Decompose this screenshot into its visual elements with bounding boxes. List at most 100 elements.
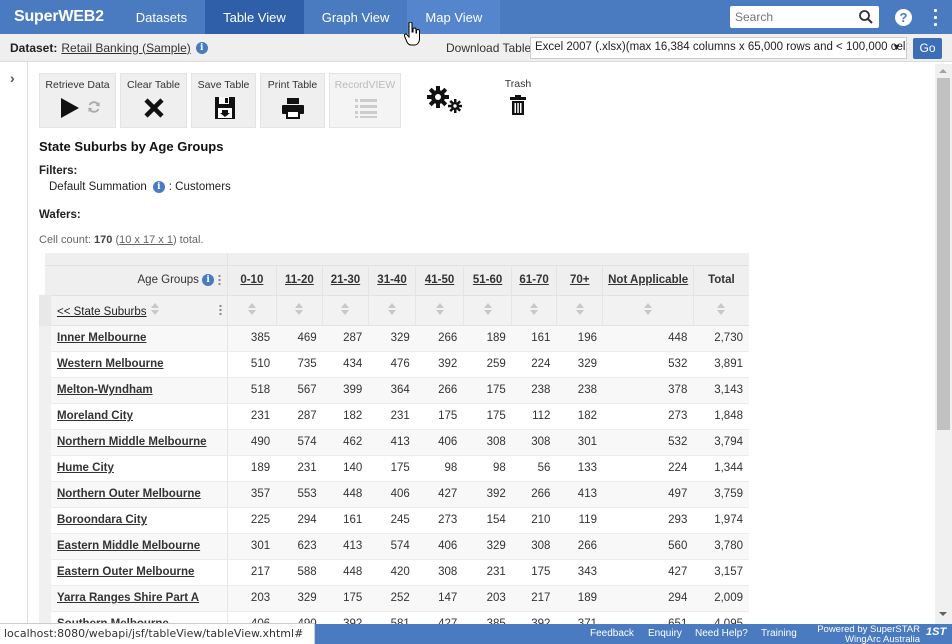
table-cell: 301 xyxy=(556,429,603,456)
table-cell: 308 xyxy=(511,429,557,456)
clear-table-button[interactable]: Clear Table xyxy=(120,73,187,128)
vertical-scrollbar[interactable] xyxy=(935,64,952,624)
sort-icon[interactable] xyxy=(716,302,726,315)
cell-count-dimensions-link[interactable]: 10 x 17 x 1 xyxy=(119,234,173,246)
footer-link-training[interactable]: Training xyxy=(761,628,797,639)
close-x-icon xyxy=(144,98,164,118)
column-header[interactable]: 41-50 xyxy=(415,264,464,295)
column-dimension-label: Age Groups xyxy=(137,274,199,287)
footer-link-need-help[interactable]: Need Help? xyxy=(695,628,748,639)
column-header[interactable]: Total xyxy=(692,264,749,295)
footer-link-feedback[interactable]: Feedback xyxy=(590,628,634,639)
sort-icon[interactable] xyxy=(247,302,257,315)
nav-tab-table-view[interactable]: Table View xyxy=(205,0,304,34)
column-header[interactable]: 61-70 xyxy=(511,264,557,295)
download-format-select[interactable]: Excel 2007 (.xlsx)(max 16,384 columns x … xyxy=(530,37,907,59)
dataset-name-link[interactable]: Retail Banking (Sample) xyxy=(61,41,190,55)
save-table-button[interactable]: Save Table xyxy=(191,73,256,128)
table-cell: 413 xyxy=(368,429,416,456)
column-header[interactable]: 0-10 xyxy=(227,264,277,295)
column-sort-cell[interactable] xyxy=(692,294,749,326)
sort-icon[interactable] xyxy=(294,302,304,315)
column-header[interactable]: 21-30 xyxy=(322,264,369,295)
table-cell: 567 xyxy=(276,377,323,404)
column-header[interactable]: 51-60 xyxy=(462,264,512,295)
print-table-button[interactable]: Print Table xyxy=(260,73,325,128)
sort-icon[interactable] xyxy=(435,302,445,315)
column-sort-cell[interactable] xyxy=(511,294,557,326)
search-icon[interactable] xyxy=(858,9,874,25)
column-sort-cell[interactable] xyxy=(462,294,512,326)
scroll-down-arrow-icon[interactable] xyxy=(939,612,947,616)
table-cell: 231 xyxy=(276,455,323,482)
sort-icon[interactable] xyxy=(483,302,493,315)
table-cell: 175 xyxy=(463,377,512,404)
table-cell: 217 xyxy=(227,559,277,586)
nav-tab-datasets[interactable]: Datasets xyxy=(118,0,205,34)
nav-tab-graph-view[interactable]: Graph View xyxy=(304,0,408,34)
column-header[interactable]: 11-20 xyxy=(275,264,323,295)
table-cell: 448 xyxy=(322,481,369,508)
sort-icon[interactable] xyxy=(387,302,397,315)
search-input[interactable] xyxy=(730,10,850,24)
column-dimension-header[interactable]: Age Groups i xyxy=(45,264,228,295)
row-header-link[interactable]: Northern Outer Melbourne xyxy=(39,481,229,508)
sort-icon[interactable] xyxy=(643,302,653,315)
column-sort-cell[interactable] xyxy=(602,294,694,326)
footer-link-enquiry[interactable]: Enquiry xyxy=(648,628,682,639)
row-dimension-header[interactable]: << State Suburbs xyxy=(39,294,228,326)
column-sort-cell[interactable] xyxy=(367,294,416,326)
help-icon[interactable]: ? xyxy=(895,9,912,26)
sort-icon[interactable] xyxy=(529,302,539,315)
save-table-label: Save Table xyxy=(197,79,250,91)
column-sort-cell[interactable] xyxy=(415,294,464,326)
table-cell: 224 xyxy=(511,351,557,378)
column-header[interactable]: 31-40 xyxy=(367,264,416,295)
table-cell: 189 xyxy=(463,325,512,352)
row-header-link[interactable]: Eastern Outer Melbourne xyxy=(39,559,229,586)
download-go-button[interactable]: Go xyxy=(913,38,942,59)
retrieve-data-button[interactable]: Retrieve Data xyxy=(39,73,116,128)
expand-panel-chevron-icon[interactable]: › xyxy=(10,70,15,86)
table-cell: 3,891 xyxy=(693,351,749,378)
row-header-link[interactable]: Hume City xyxy=(39,455,229,482)
column-sort-cell[interactable] xyxy=(555,294,603,326)
table-row: Western Melbourne 510 735 434 476 392 259 224 32… xyxy=(39,351,749,378)
row-header-link[interactable]: Boroondara City xyxy=(39,507,229,534)
sort-icon[interactable] xyxy=(575,302,585,315)
table-cell: 4,095 xyxy=(693,611,749,624)
filter-info-icon[interactable]: i xyxy=(152,181,165,193)
more-menu-icon[interactable] xyxy=(932,9,938,26)
recordview-button[interactable]: RecordVIEW xyxy=(329,73,401,128)
row-header-link[interactable]: Northern Middle Melbourne xyxy=(39,429,229,456)
age-groups-info-icon[interactable]: i xyxy=(202,273,215,286)
row-dimension-label[interactable]: << State Suburbs xyxy=(57,306,147,318)
scroll-up-arrow-icon[interactable] xyxy=(939,69,947,73)
trash-button[interactable]: Trash xyxy=(500,73,536,118)
table-cell: 510 xyxy=(227,351,277,378)
sort-icon[interactable] xyxy=(340,302,350,315)
scrollbar-thumb[interactable] xyxy=(937,78,950,430)
row-header-link[interactable]: Moreland City xyxy=(39,403,229,430)
row-header-link[interactable]: Yarra Ranges Shire Part A xyxy=(39,585,229,612)
row-header-link[interactable]: Melton-Wyndham xyxy=(39,377,229,404)
dataset-info-icon[interactable]: i xyxy=(195,41,208,54)
column-sort-cell[interactable] xyxy=(227,294,277,326)
column-header[interactable]: Not Applicable xyxy=(602,264,694,295)
row-header-link[interactable]: Western Melbourne xyxy=(39,351,229,378)
app-brand[interactable]: SuperWEB2 xyxy=(0,0,118,34)
table-cell: 182 xyxy=(556,403,603,430)
column-sort-cell[interactable] xyxy=(275,294,323,326)
sort-icon[interactable] xyxy=(150,302,160,315)
column-sort-cell[interactable] xyxy=(322,294,369,326)
search-box[interactable] xyxy=(730,6,879,28)
table-row: Northern Middle Melbourne 490 574 462 413 406… xyxy=(39,429,749,456)
row-dimension-menu-icon[interactable] xyxy=(219,303,223,316)
table-cell: 133 xyxy=(556,455,603,482)
table-cell: 301 xyxy=(227,533,277,560)
row-header-link[interactable]: Inner Melbourne xyxy=(39,325,229,352)
row-header-link[interactable]: Eastern Middle Melbourne xyxy=(39,533,229,560)
settings-gears-icon[interactable] xyxy=(427,85,465,115)
column-dimension-menu-icon[interactable] xyxy=(218,273,222,286)
column-header[interactable]: 70+ xyxy=(555,264,603,295)
